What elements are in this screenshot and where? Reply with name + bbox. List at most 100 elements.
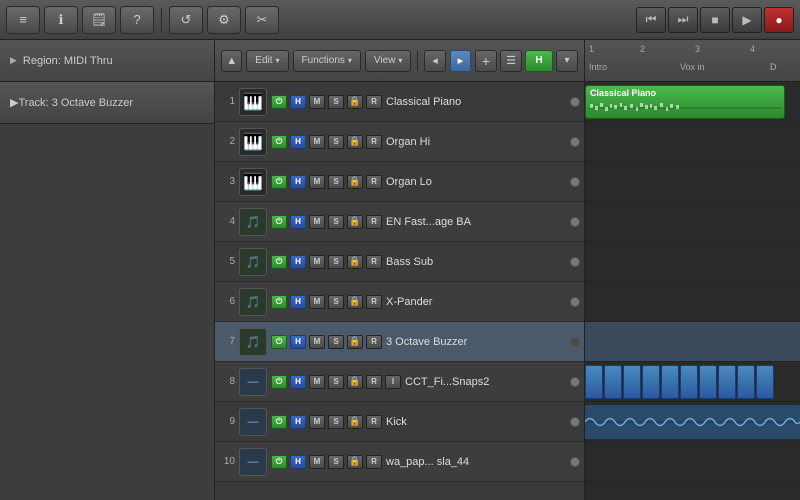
h-ctrl-btn[interactable]: H [290, 375, 306, 389]
list-icon-btn[interactable]: ≡ [6, 6, 40, 34]
r-ctrl-btn[interactable]: R [366, 215, 382, 229]
s-ctrl-btn[interactable]: S [328, 335, 344, 349]
lock-btn[interactable]: 🔒 [347, 175, 363, 189]
play-btn[interactable]: ▶ [732, 7, 762, 33]
m-ctrl-btn[interactable]: M [309, 95, 325, 109]
power-btn[interactable]: ⏻ [271, 335, 287, 349]
r-ctrl-btn[interactable]: R [366, 135, 382, 149]
table-row[interactable]: 1 🎹 ⏻ H M S 🔒 R Classical Piano [215, 82, 584, 122]
table-row[interactable]: 3 🎹 ⏻ H M S 🔒 R Organ Lo [215, 162, 584, 202]
settings-icon-btn[interactable]: ⚙ [207, 6, 241, 34]
h-ctrl-btn[interactable]: H [290, 335, 306, 349]
blue-block[interactable] [642, 365, 660, 399]
dropdown-btn[interactable]: ▾ [556, 50, 578, 72]
r-ctrl-btn[interactable]: R [366, 255, 382, 269]
h-ctrl-btn[interactable]: H [290, 95, 306, 109]
h-ctrl-btn[interactable]: H [290, 215, 306, 229]
lock-btn[interactable]: 🔒 [347, 295, 363, 309]
info-icon-btn[interactable]: ℹ [44, 6, 78, 34]
blue-block[interactable] [737, 365, 755, 399]
lock-btn[interactable]: 🔒 [347, 415, 363, 429]
s-ctrl-btn[interactable]: S [328, 455, 344, 469]
help-icon-btn[interactable]: ? [120, 6, 154, 34]
r-ctrl-btn[interactable]: R [366, 455, 382, 469]
s-ctrl-btn[interactable]: S [328, 415, 344, 429]
table-row[interactable]: 8 — ⏻ H M S 🔒 R I CCT_Fi...Snaps2 [215, 362, 584, 402]
table-row[interactable]: 7 🎵 ⏻ H M S 🔒 R 3 Octave Buzzer [215, 322, 584, 362]
power-btn[interactable]: ⏻ [271, 95, 287, 109]
m-ctrl-btn[interactable]: M [309, 455, 325, 469]
s-ctrl-btn[interactable]: S [328, 295, 344, 309]
blue-block[interactable] [680, 365, 698, 399]
m-ctrl-btn[interactable]: M [309, 255, 325, 269]
arrow-left-btn[interactable]: ◂ [424, 50, 445, 72]
timeline-block-classical-piano[interactable]: Classical Piano [585, 85, 785, 119]
scissors-icon-btn[interactable]: ✂ [245, 6, 279, 34]
edit-btn[interactable]: Edit ▾ [246, 50, 288, 72]
h-ctrl-btn[interactable]: H [290, 135, 306, 149]
table-row[interactable]: 5 🎵 ⏻ H M S 🔒 R Bass Sub [215, 242, 584, 282]
s-ctrl-btn[interactable]: S [328, 255, 344, 269]
note-icon-btn[interactable]: 🗒 [82, 6, 116, 34]
table-row[interactable]: 10 — ⏻ H M S 🔒 R wa_pap... sla_44 [215, 442, 584, 482]
r-ctrl-btn[interactable]: R [366, 415, 382, 429]
m-ctrl-btn[interactable]: M [309, 375, 325, 389]
lock-btn[interactable]: 🔒 [347, 255, 363, 269]
add-track-btn[interactable]: + [475, 50, 497, 72]
timeline-scroll-area[interactable]: Classical Piano [585, 82, 800, 500]
s-ctrl-btn[interactable]: S [328, 135, 344, 149]
blue-block[interactable] [604, 365, 622, 399]
blue-block[interactable] [661, 365, 679, 399]
h-btn[interactable]: H [525, 50, 553, 72]
s-ctrl-btn[interactable]: S [328, 175, 344, 189]
view-btn[interactable]: View ▾ [365, 50, 412, 72]
blue-block[interactable] [718, 365, 736, 399]
power-btn[interactable]: ⏻ [271, 255, 287, 269]
table-row[interactable]: 6 🎵 ⏻ H M S 🔒 R X-Pander [215, 282, 584, 322]
record-btn[interactable]: ● [764, 7, 794, 33]
power-btn[interactable]: ⏻ [271, 455, 287, 469]
h-ctrl-btn[interactable]: H [290, 175, 306, 189]
i-ctrl-btn[interactable]: I [385, 375, 401, 389]
lock-btn[interactable]: 🔒 [347, 335, 363, 349]
blue-block[interactable] [756, 365, 774, 399]
forward-btn[interactable]: ⏭ [668, 7, 698, 33]
lock-btn[interactable]: 🔒 [347, 455, 363, 469]
m-ctrl-btn[interactable]: M [309, 215, 325, 229]
blue-block[interactable] [585, 365, 603, 399]
r-ctrl-btn[interactable]: R [366, 375, 382, 389]
up-arrow-btn[interactable]: ▲ [221, 50, 242, 72]
s-ctrl-btn[interactable]: S [328, 215, 344, 229]
stop-btn[interactable]: ■ [700, 7, 730, 33]
functions-btn[interactable]: Functions ▾ [293, 50, 361, 72]
table-row[interactable]: 4 🎵 ⏻ H M S 🔒 R EN Fast...age BA [215, 202, 584, 242]
m-ctrl-btn[interactable]: M [309, 135, 325, 149]
lock-btn[interactable]: 🔒 [347, 95, 363, 109]
m-ctrl-btn[interactable]: M [309, 335, 325, 349]
table-row[interactable]: 2 🎹 ⏻ H M S 🔒 R Organ Hi [215, 122, 584, 162]
r-ctrl-btn[interactable]: R [366, 95, 382, 109]
s-ctrl-btn[interactable]: S [328, 375, 344, 389]
power-btn[interactable]: ⏻ [271, 175, 287, 189]
s-ctrl-btn[interactable]: S [328, 95, 344, 109]
power-btn[interactable]: ⏻ [271, 415, 287, 429]
blue-block[interactable] [623, 365, 641, 399]
r-ctrl-btn[interactable]: R [366, 175, 382, 189]
h-ctrl-btn[interactable]: H [290, 295, 306, 309]
m-ctrl-btn[interactable]: M [309, 295, 325, 309]
blue-block[interactable] [699, 365, 717, 399]
undo-icon-btn[interactable]: ↺ [169, 6, 203, 34]
h-ctrl-btn[interactable]: H [290, 255, 306, 269]
arrow-right-btn[interactable]: ▸ [450, 50, 471, 72]
power-btn[interactable]: ⏻ [271, 135, 287, 149]
h-ctrl-btn[interactable]: H [290, 415, 306, 429]
r-ctrl-btn[interactable]: R [366, 335, 382, 349]
rewind-btn[interactable]: ⏮ [636, 7, 666, 33]
lock-btn[interactable]: 🔒 [347, 215, 363, 229]
list-view-btn[interactable]: ☰ [500, 50, 522, 72]
r-ctrl-btn[interactable]: R [366, 295, 382, 309]
power-btn[interactable]: ⏻ [271, 295, 287, 309]
h-ctrl-btn[interactable]: H [290, 455, 306, 469]
m-ctrl-btn[interactable]: M [309, 175, 325, 189]
power-btn[interactable]: ⏻ [271, 375, 287, 389]
